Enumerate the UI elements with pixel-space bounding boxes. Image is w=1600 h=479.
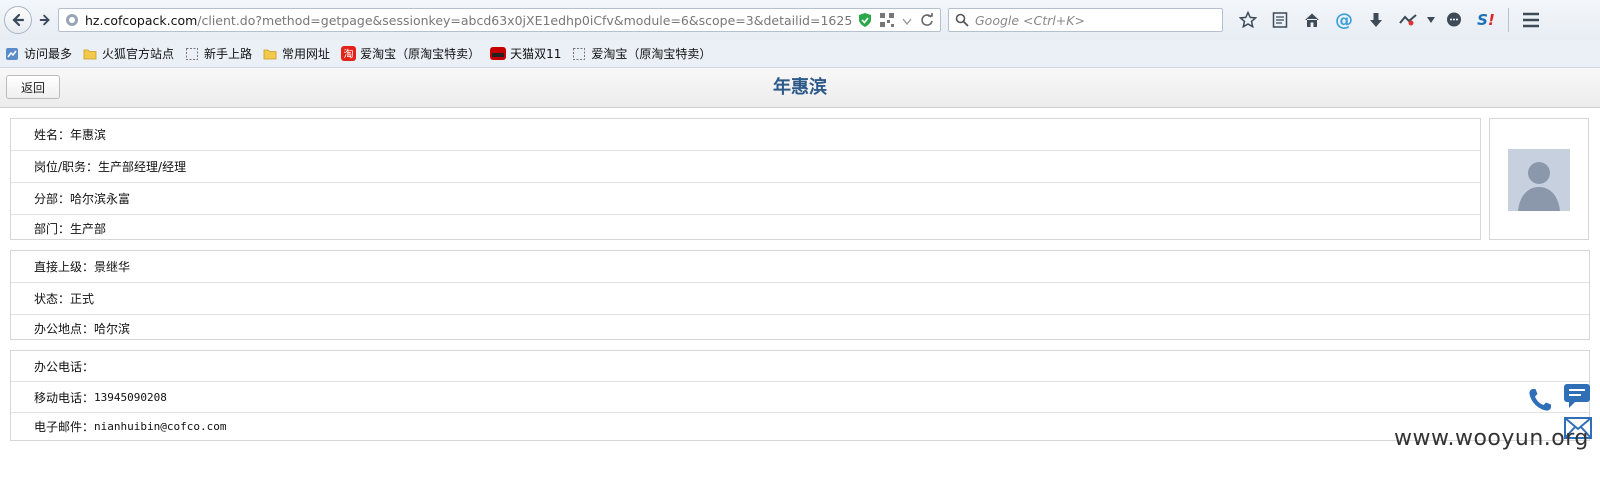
chat-bubble-icon[interactable] xyxy=(1438,8,1470,32)
organization-section: 直接上级： 景继华 状态： 正式 办公地点： 哈尔滨 xyxy=(10,250,1590,340)
location-row: 办公地点： 哈尔滨 xyxy=(11,315,1589,339)
office-phone-row: 办公电话： xyxy=(11,351,1589,382)
search-icon xyxy=(949,13,975,27)
department-label: 部门： xyxy=(34,222,71,236)
office-phone-label: 办公电话： xyxy=(34,359,95,374)
manager-label: 直接上级： xyxy=(34,260,95,274)
svg-text:淘: 淘 xyxy=(343,48,353,61)
bookmark-label: 天猫双11 xyxy=(510,47,562,61)
forward-arrow-icon[interactable] xyxy=(34,10,56,30)
mobile-value[interactable]: 13945090208 xyxy=(94,391,167,404)
folder-icon xyxy=(82,46,98,62)
bookmark-item[interactable]: 火狐官方站点 xyxy=(82,45,174,62)
bookmarks-menu-icon[interactable] xyxy=(1264,8,1296,32)
bookmark-item[interactable]: 爱淘宝（原淘宝特卖） xyxy=(571,45,711,62)
bookmark-label: 火狐官方站点 xyxy=(102,47,175,61)
email-label: 电子邮件： xyxy=(34,420,95,434)
mobile-row: 移动电话： 13945090208 xyxy=(11,382,1589,413)
site-identity-icon[interactable] xyxy=(65,13,79,27)
bookmark-label: 常用网址 xyxy=(282,47,331,61)
qr-code-icon[interactable] xyxy=(880,13,894,30)
blank-page-icon xyxy=(571,46,587,62)
dropdown-arrow-icon[interactable] xyxy=(902,14,912,29)
url-path: /client.do?method=getpage&sessionkey=abc… xyxy=(197,12,853,28)
bookmark-item[interactable]: 新手上路 xyxy=(184,45,252,62)
location-value: 哈尔滨 xyxy=(94,322,131,336)
status-row: 状态： 正式 xyxy=(11,283,1589,315)
status-value: 正式 xyxy=(70,292,95,306)
home-icon[interactable] xyxy=(1296,8,1328,32)
email-at-icon[interactable]: @ xyxy=(1328,8,1360,32)
search-bar[interactable]: Google <Ctrl+K> xyxy=(948,8,1223,32)
manager-row: 直接上级： 景继华 xyxy=(11,251,1589,283)
tmall-icon xyxy=(490,46,507,62)
toolbar-separator xyxy=(1508,8,1509,32)
page-header: 返回 年惠滨 xyxy=(0,68,1600,108)
name-value: 年惠滨 xyxy=(70,128,107,142)
photo-box xyxy=(1489,118,1589,240)
branch-value: 哈尔滨永富 xyxy=(70,192,131,206)
bookmark-item[interactable]: 常用网址 xyxy=(262,45,330,62)
name-row: 姓名： 年惠滨 xyxy=(11,119,1480,151)
download-icon[interactable] xyxy=(1360,8,1392,32)
most-visited-icon xyxy=(4,46,20,62)
bookmark-label: 新手上路 xyxy=(204,47,253,61)
bookmark-label: 访问最多 xyxy=(24,47,73,61)
position-row: 岗位/职务： 生产部经理/经理 xyxy=(11,151,1480,183)
phone-call-icon[interactable] xyxy=(1526,386,1554,414)
search-placeholder: Google <Ctrl+K> xyxy=(975,12,1085,28)
browser-toolbar: hz.cofcopack.com/client.do?method=getpag… xyxy=(0,0,1600,40)
taobao-icon: 淘 xyxy=(340,46,356,62)
name-label: 姓名： xyxy=(34,128,71,142)
reload-icon[interactable] xyxy=(920,13,934,30)
addon-s-icon[interactable]: S! xyxy=(1470,8,1502,32)
bookmark-label: 爱淘宝（原淘宝特卖） xyxy=(360,47,481,61)
bookmarks-bar: 访问最多 火狐官方站点 新手上路 常用网址 淘 爱淘宝（原淘宝特卖） 天猫双11 xyxy=(0,40,1600,68)
page-title: 年惠滨 xyxy=(773,77,827,98)
branch-row: 分部： 哈尔滨永富 xyxy=(11,183,1480,215)
contact-section: 办公电话： 移动电话： 13945090208 电子邮件： nianhuibin@c… xyxy=(10,350,1590,441)
email-row: 电子邮件： nianhuibin@cofco.com xyxy=(11,413,1589,440)
watermark: www.wooyun.org xyxy=(1394,426,1589,451)
position-value: 生产部经理/经理 xyxy=(98,160,187,174)
profile-section: 姓名： 年惠滨 岗位/职务： 生产部经理/经理 分部： 哈尔滨永富 部门： 生产部 xyxy=(10,118,1481,240)
bookmark-item[interactable]: 天猫双11 xyxy=(490,45,561,62)
dropdown-arrow-icon[interactable] xyxy=(1424,8,1438,32)
position-label: 岗位/职务： xyxy=(34,160,99,174)
bookmark-label: 爱淘宝（原淘宝特卖） xyxy=(591,47,712,61)
back-button[interactable]: 返回 xyxy=(6,75,60,99)
bookmark-item[interactable]: 访问最多 xyxy=(4,45,72,62)
menu-icon[interactable] xyxy=(1515,8,1547,32)
shield-icon[interactable] xyxy=(858,12,872,31)
url-host: hz.cofcopack.com xyxy=(85,12,198,28)
avatar-placeholder-icon xyxy=(1508,149,1570,211)
branch-label: 分部： xyxy=(34,192,71,206)
location-label: 办公地点： xyxy=(34,322,95,336)
manager-value: 景继华 xyxy=(94,260,131,274)
status-label: 状态： xyxy=(34,292,71,306)
sms-message-icon[interactable] xyxy=(1562,382,1592,410)
address-bar[interactable]: hz.cofcopack.com/client.do?method=getpag… xyxy=(58,8,941,32)
blank-page-icon xyxy=(184,46,200,62)
folder-icon xyxy=(262,46,278,62)
mobile-label: 移动电话： xyxy=(34,390,95,405)
department-value: 生产部 xyxy=(70,222,107,236)
bookmark-item[interactable]: 淘 爱淘宝（原淘宝特卖） xyxy=(340,45,480,62)
extension-icon[interactable] xyxy=(1392,8,1424,32)
department-row: 部门： 生产部 xyxy=(11,215,1480,239)
email-value[interactable]: nianhuibin@cofco.com xyxy=(94,420,226,433)
back-arrow-icon[interactable] xyxy=(4,6,32,34)
bookmark-star-icon[interactable] xyxy=(1232,8,1264,32)
